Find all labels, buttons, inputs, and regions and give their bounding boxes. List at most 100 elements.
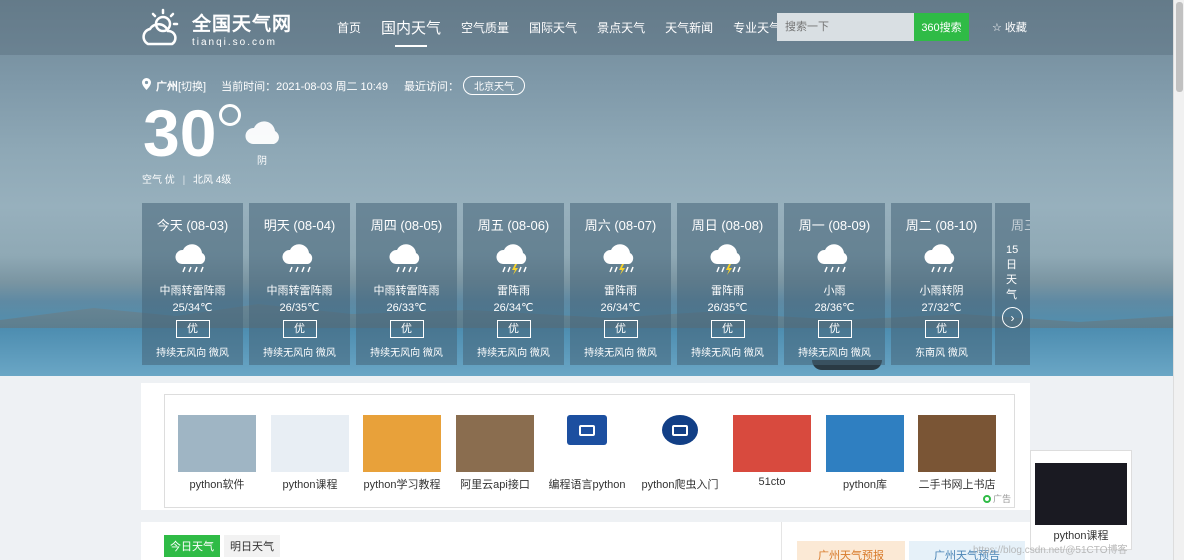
forecast-weather: 雷阵雨 (604, 285, 637, 297)
forecast-date: 周五 (08-06) (477, 218, 550, 233)
ad-thumbnail (363, 415, 441, 472)
site-logo[interactable]: 全国天气网 tianqi.so.com (140, 8, 292, 48)
ad-item[interactable]: 二手书网上书店 (917, 415, 997, 492)
forecast-aqi-badge[interactable]: 优 (817, 320, 852, 338)
forecast-weather: 雷阵雨 (711, 285, 744, 297)
forecast-wind: 持续无风向 微风 (156, 348, 229, 359)
ad-item[interactable]: 编程语言python (547, 415, 627, 492)
ad-label: python课程 (282, 479, 338, 491)
monitor-icon (548, 415, 626, 472)
thunder-cloud-icon (708, 242, 748, 276)
rain-cloud-icon (280, 242, 320, 276)
ad-item[interactable]: python软件 (177, 415, 257, 492)
more-days-card[interactable]: 周三 15日天气 › (995, 203, 1030, 365)
nav-professional[interactable]: 专业天气 (733, 19, 781, 38)
ad-item[interactable]: python库 (825, 415, 905, 492)
forecast-date: 周一 (08-09) (798, 218, 871, 233)
nav-domestic[interactable]: 国内天气 (381, 17, 441, 47)
ad-item[interactable]: python学习教程 (362, 415, 442, 492)
current-time: 当前时间：2021-08-03 周二 10:49 (221, 80, 389, 93)
ad-thumbnail (733, 415, 811, 472)
city-name: 广州 (156, 80, 178, 93)
ad-logo-icon (982, 494, 991, 503)
forecast-day-card[interactable]: 周一 (08-09) 小雨 28/36℃ 优持续无风向 微风 (784, 203, 885, 365)
switch-city-link[interactable]: [切换] (178, 78, 206, 94)
search-button[interactable]: 360搜索 (914, 13, 969, 41)
ad-strip: python软件 python课程 python学习教程 阿里云api接口 编程语言py… (164, 394, 1015, 508)
logo-title: 全国天气网 (192, 13, 293, 35)
recent-city-link[interactable]: 北京天气 (463, 76, 526, 95)
forecast-aqi-badge[interactable]: 优 (496, 320, 531, 338)
forecast-weather: 中雨转雷阵雨 (159, 285, 226, 297)
tab-tomorrow[interactable]: 明日天气 (224, 535, 280, 557)
nav-international[interactable]: 国际天气 (529, 19, 577, 38)
forecast-day-card[interactable]: 周六 (08-07) 雷阵雨 26/34℃ 优持续无风向 微风 (570, 203, 671, 365)
forecast-link-1[interactable]: 广州天气预报 (797, 541, 905, 560)
forecast-date: 今天 (08-03) (156, 218, 229, 233)
forecast-day-card[interactable]: 明天 (08-04) 中雨转雷阵雨 26/35℃ 优持续无风向 微风 (249, 203, 350, 365)
nav-home[interactable]: 首页 (337, 19, 361, 38)
wind-info: 北风 4级 (192, 175, 232, 186)
forecast-wind: 持续无风向 微风 (477, 348, 550, 359)
forecast-wind: 持续无风向 微风 (691, 348, 764, 359)
ad-item[interactable]: 阿里云api接口 (455, 415, 535, 492)
forecast-weather: 中雨转雷阵雨 (266, 285, 333, 297)
forecast-aqi-badge[interactable]: 优 (389, 320, 424, 338)
degree-symbol (219, 104, 241, 126)
recent-label: 最近访问： (404, 80, 460, 93)
ad-thumbnail (826, 415, 904, 472)
monitor-icon (641, 415, 719, 472)
forecast-temp: 27/32℃ (921, 302, 962, 314)
ad-label: 编程语言python (548, 479, 626, 491)
forecast-wind: 持续无风向 微风 (584, 348, 657, 359)
forecast-day-card[interactable]: 今天 (08-03) 中雨转雷阵雨 25/34℃ 优持续无风向 微风 (142, 203, 243, 365)
forecast-wind: 持续无风向 微风 (370, 348, 443, 359)
watermark: https://blog.csdn.net/@51CTO博客 (973, 545, 1128, 556)
search-input[interactable] (777, 13, 914, 41)
forecast-date: 周日 (08-08) (691, 218, 764, 233)
chevron-right-icon[interactable]: › (1002, 307, 1023, 328)
forecast-day-card[interactable]: 周二 (08-10) 小雨转阴 27/32℃ 优东南风 微风 (891, 203, 992, 365)
15-day-forecast-link[interactable]: 15日天气 (1006, 243, 1020, 303)
forecast-day-card[interactable]: 周日 (08-08) 雷阵雨 26/35℃ 优持续无风向 微风 (677, 203, 778, 365)
nav-air-quality[interactable]: 空气质量 (461, 19, 509, 38)
favorite-button[interactable]: ☆ 收藏 (992, 19, 1027, 35)
forecast-aqi-badge[interactable]: 优 (175, 320, 210, 338)
forecast-weather: 雷阵雨 (497, 285, 530, 297)
ad-label: python库 (842, 479, 888, 491)
forecast-wind: 持续无风向 微风 (263, 348, 336, 359)
forecast-aqi-badge[interactable]: 优 (710, 320, 745, 338)
location-pin-icon (142, 78, 151, 93)
thunder-cloud-icon (494, 242, 534, 276)
rain-cloud-icon (387, 242, 427, 276)
ad-item[interactable]: 51cto (732, 415, 812, 488)
forecast-temp: 25/34℃ (172, 302, 213, 314)
forecast-aqi-badge[interactable]: 优 (924, 320, 959, 338)
scrollbar[interactable] (1173, 0, 1184, 560)
tab-today[interactable]: 今日天气 (164, 535, 220, 557)
side-ad[interactable]: python课程 (1030, 450, 1132, 550)
more-days-label: 周三 (1011, 218, 1030, 233)
sun-cloud-logo-icon (140, 8, 186, 48)
forecast-day-card[interactable]: 周四 (08-05) 中雨转雷阵雨 26/33℃ 优持续无风向 微风 (356, 203, 457, 365)
forecast-temp: 26/34℃ (493, 302, 534, 314)
logo-domain: tianqi.so.com (192, 36, 277, 48)
ad-item[interactable]: python课程 (270, 415, 350, 492)
forecast-day-card[interactable]: 周五 (08-06) 雷阵雨 26/34℃ 优持续无风向 微风 (463, 203, 564, 365)
forecast-aqi-badge[interactable]: 优 (603, 320, 638, 338)
nav-scenic[interactable]: 景点天气 (597, 19, 645, 38)
ad-item[interactable]: python爬虫入门 (640, 415, 720, 492)
ad-thumbnail (918, 415, 996, 472)
forecast-aqi-badge[interactable]: 优 (282, 320, 317, 338)
header: 全国天气网 tianqi.so.com 首页 国内天气 空气质量 国际天气 景点… (0, 0, 1173, 55)
scrollbar-thumb[interactable] (1176, 2, 1183, 92)
forecast-date: 周四 (08-05) (370, 218, 443, 233)
air-quality[interactable]: 空气 优 (142, 175, 175, 186)
ad-thumbnail (178, 415, 256, 472)
location-row: 广州 [切换] 当前时间：2021-08-03 周二 10:49 最近访问： 北… (142, 76, 526, 95)
forecast-date: 明天 (08-04) (263, 218, 336, 233)
ad-label: 阿里云api接口 (460, 479, 530, 491)
nav-news[interactable]: 天气新闻 (665, 19, 713, 38)
thunder-cloud-icon (601, 242, 641, 276)
forecast-wind: 持续无风向 微风 (798, 348, 871, 359)
